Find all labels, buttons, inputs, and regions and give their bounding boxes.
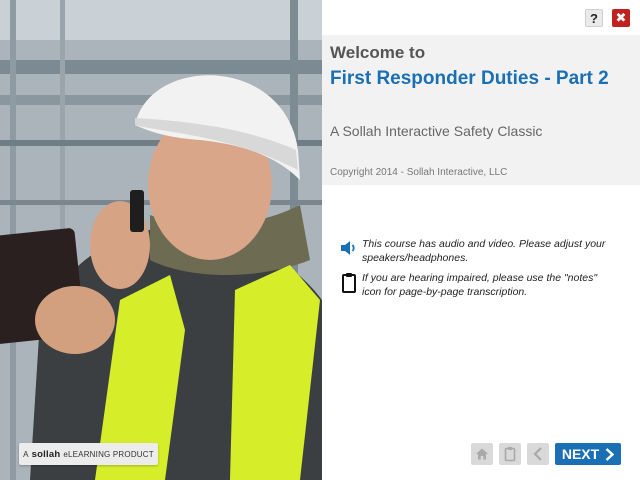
back-arrow-icon <box>533 447 542 461</box>
badge-brand: sollah <box>31 448 61 460</box>
help-button[interactable]: ? <box>585 9 603 27</box>
content-panel: ? ✖ Welcome to First Responder Duties - … <box>322 0 640 480</box>
notes-button[interactable] <box>499 443 521 465</box>
speaker-icon <box>336 237 362 258</box>
audio-notice-text: This course has audio and video. Please … <box>362 238 606 264</box>
course-title: First Responder Duties - Part 2 <box>330 68 609 89</box>
hero-photo: A sollah eLEARNING PRODUCT <box>0 0 322 480</box>
chevron-right-icon <box>605 447 615 461</box>
course-subtitle: A Sollah Interactive Safety Classic <box>330 123 543 139</box>
audio-notice: This course has audio and video. Please … <box>336 237 636 265</box>
home-icon <box>476 448 488 460</box>
next-label: NEXT <box>561 446 600 462</box>
copyright-text: Copyright 2014 - Sollah Interactive, LLC <box>330 167 508 178</box>
title-block: Welcome to First Responder Duties - Part… <box>322 35 640 185</box>
notes-icon <box>336 271 362 294</box>
home-button[interactable] <box>471 443 493 465</box>
notes-icon <box>504 447 516 462</box>
welcome-heading: Welcome to <box>330 43 426 62</box>
back-button[interactable] <box>527 443 549 465</box>
close-icon: ✖ <box>615 10 627 25</box>
close-button[interactable]: ✖ <box>612 9 630 27</box>
worker-illustration <box>0 0 322 480</box>
badge-suffix: eLEARNING PRODUCT <box>63 449 154 459</box>
hearing-notice-text: If you are hearing impaired, please use … <box>362 272 598 298</box>
next-button[interactable]: NEXT <box>555 443 621 465</box>
hearing-notice: If you are hearing impaired, please use … <box>336 271 636 299</box>
elearning-badge: A sollah eLEARNING PRODUCT <box>19 443 158 465</box>
help-icon: ? <box>590 10 598 26</box>
badge-prefix: A <box>23 449 29 459</box>
